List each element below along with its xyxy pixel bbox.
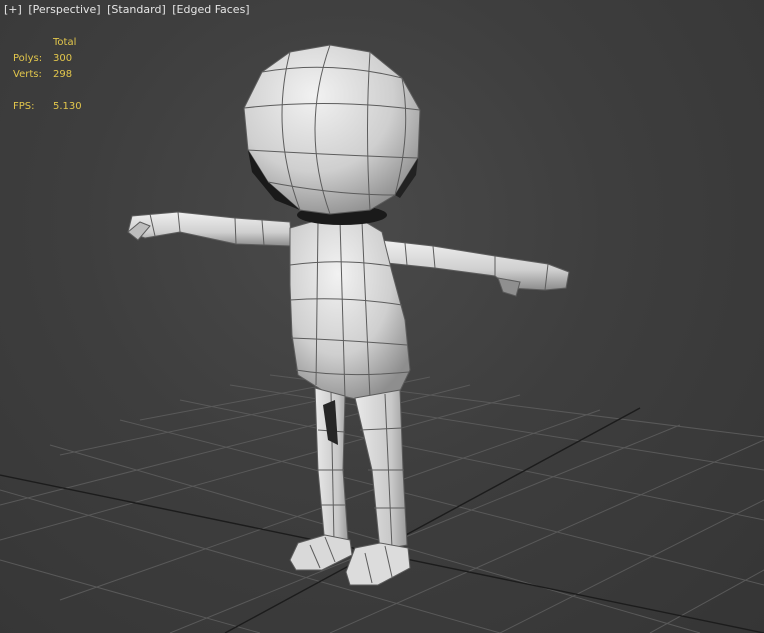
verts-value: 298 xyxy=(53,69,73,80)
viewport-pov-label[interactable]: [Perspective] xyxy=(28,3,100,16)
fps-label: FPS: xyxy=(13,101,35,112)
fps-value: 5.130 xyxy=(53,101,82,112)
viewport-shading-label[interactable]: [Standard] xyxy=(107,3,166,16)
viewport-display-label[interactable]: [Edged Faces] xyxy=(172,3,249,16)
right-foot[interactable] xyxy=(345,542,411,586)
viewport-label-menu: [+] [Perspective] [Standard] [Edged Face… xyxy=(4,3,250,16)
polys-label: Polys: xyxy=(13,53,43,64)
statistics-overlay: Total Polys: 300 Verts: 298 FPS: 5.130 xyxy=(13,35,82,115)
stats-header: Total xyxy=(53,37,77,48)
verts-label: Verts: xyxy=(13,69,42,80)
perspective-viewport[interactable] xyxy=(0,0,764,633)
polys-value: 300 xyxy=(53,53,73,64)
viewport-menu-label[interactable]: [+] xyxy=(4,3,22,16)
character-mesh[interactable] xyxy=(127,44,570,586)
left-foot[interactable] xyxy=(289,534,353,571)
left-arm[interactable] xyxy=(127,211,293,247)
